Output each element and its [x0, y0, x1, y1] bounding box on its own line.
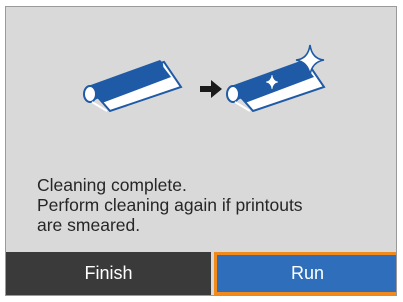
clean-roller-icon	[226, 44, 326, 113]
button-bar: Finish Run	[6, 252, 396, 295]
run-button[interactable]: Run	[214, 252, 396, 295]
finish-button[interactable]: Finish	[6, 252, 211, 295]
message-line-2: Perform cleaning again if printouts	[37, 195, 303, 215]
message-line-1: Cleaning complete.	[37, 175, 187, 195]
message-line-3: are smeared.	[37, 215, 141, 235]
dirty-roller-icon	[83, 60, 183, 113]
run-button-label: Run	[290, 263, 325, 283]
status-message: Cleaning complete. Perform cleaning agai…	[37, 175, 392, 235]
printer-lcd-screen: Cleaning complete. Perform cleaning agai…	[5, 6, 397, 296]
arrow-right-icon	[200, 80, 222, 98]
finish-button-label: Finish	[84, 263, 133, 283]
cleaning-illustration	[83, 44, 326, 113]
